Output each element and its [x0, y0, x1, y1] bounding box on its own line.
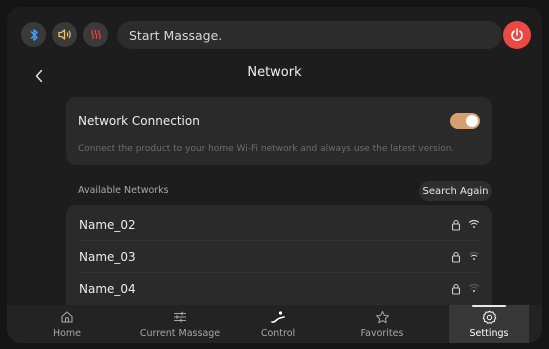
home-icon — [61, 311, 73, 323]
network-name: Name_02 — [79, 218, 136, 232]
network-connection-card: Network Connection Connect the product t… — [66, 97, 492, 165]
sliders-icon — [174, 311, 186, 323]
page-title: Network — [247, 65, 302, 80]
power-button[interactable] — [503, 21, 531, 49]
heat-icon[interactable] — [83, 22, 108, 47]
nav-label: Control — [260, 328, 296, 339]
available-networks-label: Available Networks — [78, 185, 169, 196]
status-message: Start Massage. — [117, 21, 502, 49]
network-item[interactable]: Name_03 — [66, 241, 492, 273]
nav-label: Settings — [469, 328, 509, 339]
app-window: Start Massage. Network Network Connectio… — [7, 7, 542, 343]
nav-favorites[interactable]: Favorites — [347, 305, 417, 343]
wifi-signal-icon — [468, 251, 480, 260]
nav-label: Current Massage — [139, 328, 221, 339]
nav-current-massage[interactable]: Current Massage — [127, 305, 233, 343]
network-connection-toggle[interactable] — [450, 113, 480, 129]
lock-icon — [451, 219, 461, 231]
network-list: Name_02 Name_03 Name_04 — [66, 205, 492, 315]
network-connection-description: Connect the product to your home Wi-Fi n… — [78, 144, 455, 154]
bottom-navigation: Home Current Massage Control Favorites S… — [7, 305, 542, 343]
nav-label: Home — [52, 328, 82, 339]
power-icon — [511, 28, 523, 41]
nav-control[interactable]: Control — [245, 305, 311, 343]
network-item[interactable]: Name_04 — [66, 273, 492, 305]
toggle-knob — [466, 115, 478, 127]
nav-home[interactable]: Home — [29, 305, 105, 343]
nav-settings[interactable]: Settings — [449, 305, 529, 343]
active-indicator — [472, 305, 506, 307]
gear-icon — [482, 310, 496, 324]
lock-icon — [451, 251, 461, 263]
nav-label: Favorites — [360, 328, 404, 339]
network-item[interactable]: Name_02 — [66, 209, 492, 241]
lock-icon — [451, 283, 461, 295]
top-status-bar: Start Massage. — [21, 21, 531, 49]
search-again-button[interactable]: Search Again — [419, 181, 492, 201]
bluetooth-icon[interactable] — [21, 22, 46, 47]
network-name: Name_04 — [79, 282, 136, 296]
wifi-signal-icon — [468, 283, 480, 292]
control-icon — [271, 311, 285, 323]
network-name: Name_03 — [79, 250, 136, 264]
wifi-signal-icon — [468, 219, 480, 228]
network-connection-title: Network Connection — [78, 114, 200, 128]
volume-icon[interactable] — [52, 22, 77, 47]
star-icon — [375, 310, 389, 323]
